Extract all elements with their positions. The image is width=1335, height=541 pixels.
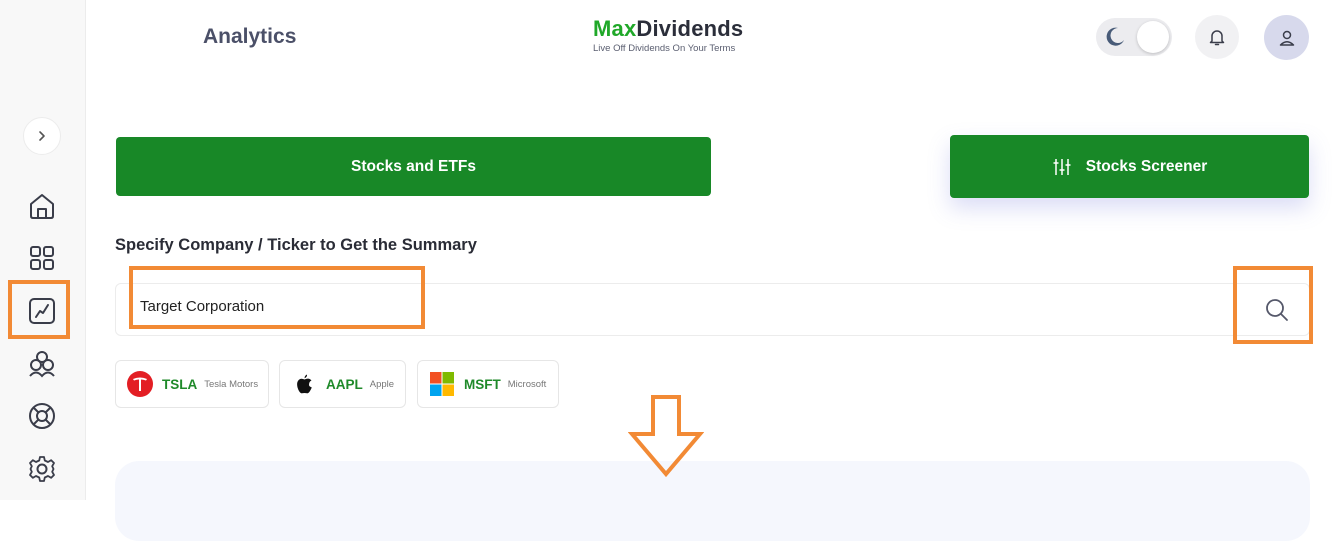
user-avatar-button[interactable] [1264,15,1309,60]
search-label: Specify Company / Ticker to Get the Summ… [115,236,477,254]
sliders-icon [1053,158,1071,175]
notifications-button[interactable] [1195,15,1239,59]
sidebar-item-support[interactable] [14,393,70,439]
theme-toggle[interactable] [1096,18,1172,56]
summary-panel [115,461,1310,541]
sidebar-expand-button[interactable] [23,117,61,155]
moon-icon [1106,27,1124,46]
logo[interactable]: MaxDividends Live Off Dividends On Your … [593,16,743,54]
support-lifebuoy-icon [29,403,55,429]
chevron-right-icon [39,131,45,141]
page-title: Analytics [203,25,297,48]
search-icon[interactable] [1263,296,1291,324]
quick-pick-ticker: MSFT [464,376,501,392]
bell-icon [1209,30,1225,46]
quick-pick-tsla[interactable]: TSLA Tesla Motors [115,360,269,408]
community-icon [29,351,55,378]
search-box [115,283,1310,336]
analytics-chart-icon [29,298,55,324]
sidebar-item-settings[interactable] [14,446,70,492]
quick-pick-aapl[interactable]: AAPL Apple [279,360,406,408]
sidebar-item-dashboard[interactable] [14,235,70,281]
logo-wordmark: MaxDividends [593,16,744,41]
quick-pick-company-name: Microsoft [507,378,547,390]
tesla-logo-icon [127,371,153,397]
quick-pick-msft[interactable]: MSFT Microsoft [417,360,559,408]
quick-pick-company-name: Apple [369,378,395,390]
quick-pick-ticker: AAPL [326,376,363,392]
stocks-screener-label: Stocks Screener [1085,157,1208,175]
sidebar-item-community[interactable] [14,340,70,386]
home-icon [30,194,54,219]
quick-pick-ticker: TSLA [162,376,198,392]
company-ticker-search-input[interactable] [140,298,1220,315]
arrow-down-icon [628,395,704,478]
quick-pick-company-name: Tesla Motors [204,378,259,390]
sidebar-item-analytics[interactable] [14,288,70,334]
apple-logo-icon [297,374,312,394]
sidebar [0,0,86,500]
sidebar-item-home[interactable] [14,183,70,229]
dashboard-grid-icon [30,246,54,270]
stocks-and-etfs-button[interactable]: Stocks and ETFs [116,137,711,196]
user-icon [1279,30,1294,46]
logo-tagline: Live Off Dividends On Your Terms [593,43,736,54]
settings-gear-icon [29,456,55,482]
microsoft-logo-icon [430,372,454,396]
toggle-knob [1137,21,1169,53]
stocks-screener-button[interactable]: Stocks Screener [950,135,1309,198]
